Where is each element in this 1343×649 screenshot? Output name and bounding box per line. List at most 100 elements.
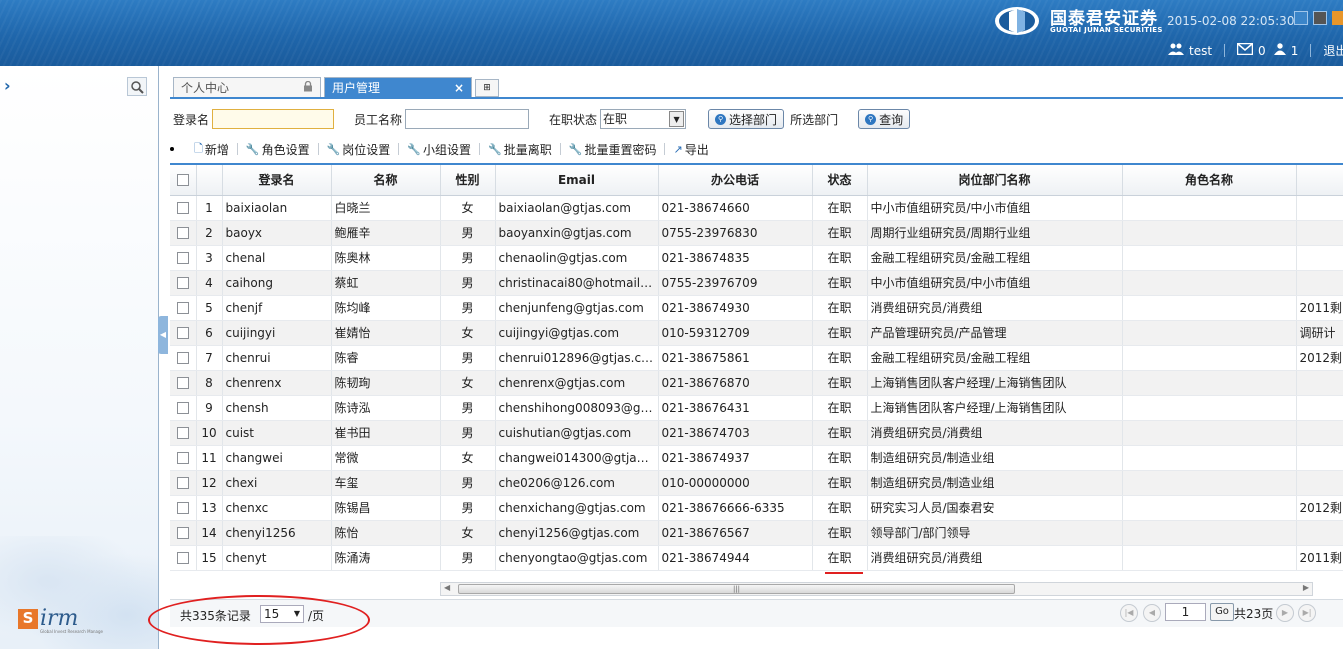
tab-user-management[interactable]: 用户管理 × — [324, 77, 472, 97]
collapse-sidebar-icon[interactable]: ◀ — [158, 316, 168, 354]
row-checkbox[interactable] — [176, 477, 189, 489]
cell-status: 在职 — [812, 545, 868, 571]
login-name-input[interactable] — [212, 109, 335, 129]
row-checkbox-cell[interactable] — [170, 370, 197, 396]
select-all-checkbox-cell[interactable] — [170, 165, 197, 196]
table-row[interactable]: 13 chenxc 陈锡昌男 chenxichang@gtjas.com 021-386… — [170, 495, 1343, 521]
row-checkbox[interactable] — [176, 502, 189, 514]
row-checkbox-cell[interactable] — [170, 470, 197, 496]
table-row[interactable]: 11 changwei 常微女 changwei014300@gtjas.com 021… — [170, 445, 1343, 471]
add-button[interactable]: 🗋 新增 — [190, 140, 233, 159]
tab-menu-icon[interactable]: ⊞ — [475, 79, 499, 97]
status-select[interactable]: 在职 ▼ — [600, 109, 687, 129]
user-count[interactable]: 1 — [1291, 44, 1299, 58]
row-checkbox[interactable] — [176, 302, 189, 314]
row-checkbox-cell[interactable] — [170, 270, 197, 296]
row-number: 11 — [196, 445, 223, 471]
table-row[interactable]: 9 chensh 陈诗泓男 chenshihong008093@gtja... 021-… — [170, 395, 1343, 421]
table-row[interactable]: 12 chexi 车玺男 che0206@126.com 010-00000000 在职制… — [170, 470, 1343, 496]
first-page-icon[interactable]: |◀ — [1120, 604, 1138, 622]
select-department-button[interactable]: ⚲ 选择部门 — [708, 109, 785, 129]
scroll-left-arrow-icon[interactable]: ◀ — [444, 583, 450, 592]
table-row[interactable]: 4 caihong 蔡虹男 christinacai80@hotmail.com 075… — [170, 270, 1343, 296]
previous-page-icon[interactable]: ◀ — [1143, 604, 1161, 622]
row-checkbox[interactable] — [176, 277, 189, 289]
row-checkbox[interactable] — [176, 377, 189, 389]
column-header-email[interactable]: Email — [495, 165, 659, 196]
row-checkbox[interactable] — [176, 527, 189, 539]
row-checkbox-cell[interactable] — [170, 420, 197, 446]
table-row[interactable]: 10 cuist 崔书田男 cuishutian@gtjas.com 021-38674… — [170, 420, 1343, 446]
row-checkbox-cell[interactable] — [170, 345, 197, 371]
row-checkbox[interactable] — [176, 327, 189, 339]
window-skin-icon[interactable] — [1332, 11, 1343, 25]
row-checkbox[interactable] — [176, 402, 189, 414]
expand-menu-chevron-icon[interactable]: › — [4, 76, 11, 95]
row-checkbox-cell[interactable] — [170, 395, 197, 421]
row-checkbox-cell[interactable] — [170, 320, 197, 346]
row-checkbox-cell[interactable] — [170, 445, 197, 471]
chevron-down-icon[interactable]: ▼ — [669, 111, 685, 127]
row-checkbox-cell[interactable] — [170, 195, 197, 221]
select-all-checkbox[interactable] — [176, 174, 189, 187]
next-page-icon[interactable]: ▶ — [1276, 604, 1294, 622]
export-button[interactable]: ↗ 导出 — [669, 141, 712, 158]
row-checkbox[interactable] — [176, 227, 189, 239]
cell-extra: 调研计 — [1296, 320, 1343, 346]
tab-personal-center[interactable]: 个人中心 — [173, 77, 321, 97]
table-row[interactable]: 2 baoyx 鲍雁辛男 baoyanxin@gtjas.com 0755-239768… — [170, 220, 1343, 246]
mail-icon[interactable] — [1236, 42, 1254, 58]
table-row[interactable]: 7 chenrui 陈睿男 chenrui012896@gtjas.com 021-38… — [170, 345, 1343, 371]
user-icon[interactable] — [1273, 43, 1286, 58]
window-theme-icon[interactable] — [1313, 11, 1327, 25]
row-checkbox-cell[interactable] — [170, 220, 197, 246]
group-settings-button[interactable]: 🔧 小组设置 — [403, 141, 475, 158]
row-checkbox[interactable] — [176, 452, 189, 464]
batch-leave-button[interactable]: 🔧 批量离职 — [484, 141, 556, 158]
column-header-role[interactable]: 角色名称 — [1122, 165, 1297, 196]
row-number: 3 — [196, 245, 223, 271]
table-row[interactable]: 3 chenal 陈奥林男 chenaolin@gtjas.com 021-386748… — [170, 245, 1343, 271]
scrollbar-thumb[interactable]: ||| — [458, 584, 1015, 594]
row-checkbox-cell[interactable] — [170, 495, 197, 521]
post-settings-button[interactable]: 🔧 岗位设置 — [323, 141, 395, 158]
search-icon[interactable] — [127, 77, 147, 96]
username[interactable]: test — [1189, 44, 1212, 58]
table-row[interactable]: 6 cuijingyi 崔婧怡女 cuijingyi@gtjas.com 010-593… — [170, 320, 1343, 346]
table-row[interactable]: 8 chenrenx 陈韧珣女 chenrenx@gtjas.com 021-38676… — [170, 370, 1343, 396]
scroll-right-arrow-icon[interactable]: ▶ — [1303, 583, 1309, 592]
window-restore-icon[interactable] — [1294, 11, 1308, 25]
row-checkbox[interactable] — [176, 427, 189, 439]
mail-count[interactable]: 0 — [1258, 44, 1266, 58]
column-header-gender[interactable]: 性别 — [440, 165, 496, 196]
row-checkbox[interactable] — [176, 352, 189, 364]
close-tab-icon[interactable]: × — [454, 81, 464, 95]
go-button[interactable]: Go — [1210, 603, 1234, 621]
employee-name-input[interactable] — [405, 109, 530, 129]
row-checkbox-cell[interactable] — [170, 245, 197, 271]
row-checkbox-cell[interactable] — [170, 545, 197, 571]
batch-reset-password-button[interactable]: 🔧 批量重置密码 — [565, 141, 661, 158]
column-header-department[interactable]: 岗位部门名称 — [867, 165, 1123, 196]
role-settings-button[interactable]: 🔧 角色设置 — [242, 141, 314, 158]
query-button[interactable]: ⚲ 查询 — [858, 109, 911, 129]
table-row[interactable]: 14 chenyi1256 陈怡女 chenyi1256@gtjas.com 021-3… — [170, 520, 1343, 546]
page-number-input[interactable]: 1 — [1165, 603, 1206, 621]
column-header-name[interactable]: 名称 — [331, 165, 441, 196]
horizontal-scrollbar[interactable]: ◀ ||| ▶ — [440, 582, 1313, 596]
table-row[interactable]: 15 chenyt 陈涌涛男 chenyongtao@gtjas.com 021-386… — [170, 545, 1343, 571]
column-header-phone[interactable]: 办公电话 — [658, 165, 813, 196]
table-row[interactable]: 5 chenjf 陈均峰男 chenjunfeng@gtjas.com 021-3867… — [170, 295, 1343, 321]
table-row[interactable]: 1 baixiaolan 白晓兰女 baixiaolan@gtjas.com 021-3… — [170, 195, 1343, 221]
row-checkbox[interactable] — [176, 202, 189, 214]
column-header-login[interactable]: 登录名 — [222, 165, 332, 196]
row-checkbox-cell[interactable] — [170, 520, 197, 546]
row-checkbox[interactable] — [176, 552, 189, 564]
logout-link[interactable]: 退出 — [1323, 42, 1343, 59]
cell-login: chenyt — [222, 545, 332, 571]
row-checkbox-cell[interactable] — [170, 295, 197, 321]
selected-department-label: 所选部门 — [790, 112, 839, 127]
row-checkbox[interactable] — [176, 252, 189, 264]
column-header-status[interactable]: 状态 — [812, 165, 868, 196]
last-page-icon[interactable]: ▶| — [1298, 604, 1316, 622]
